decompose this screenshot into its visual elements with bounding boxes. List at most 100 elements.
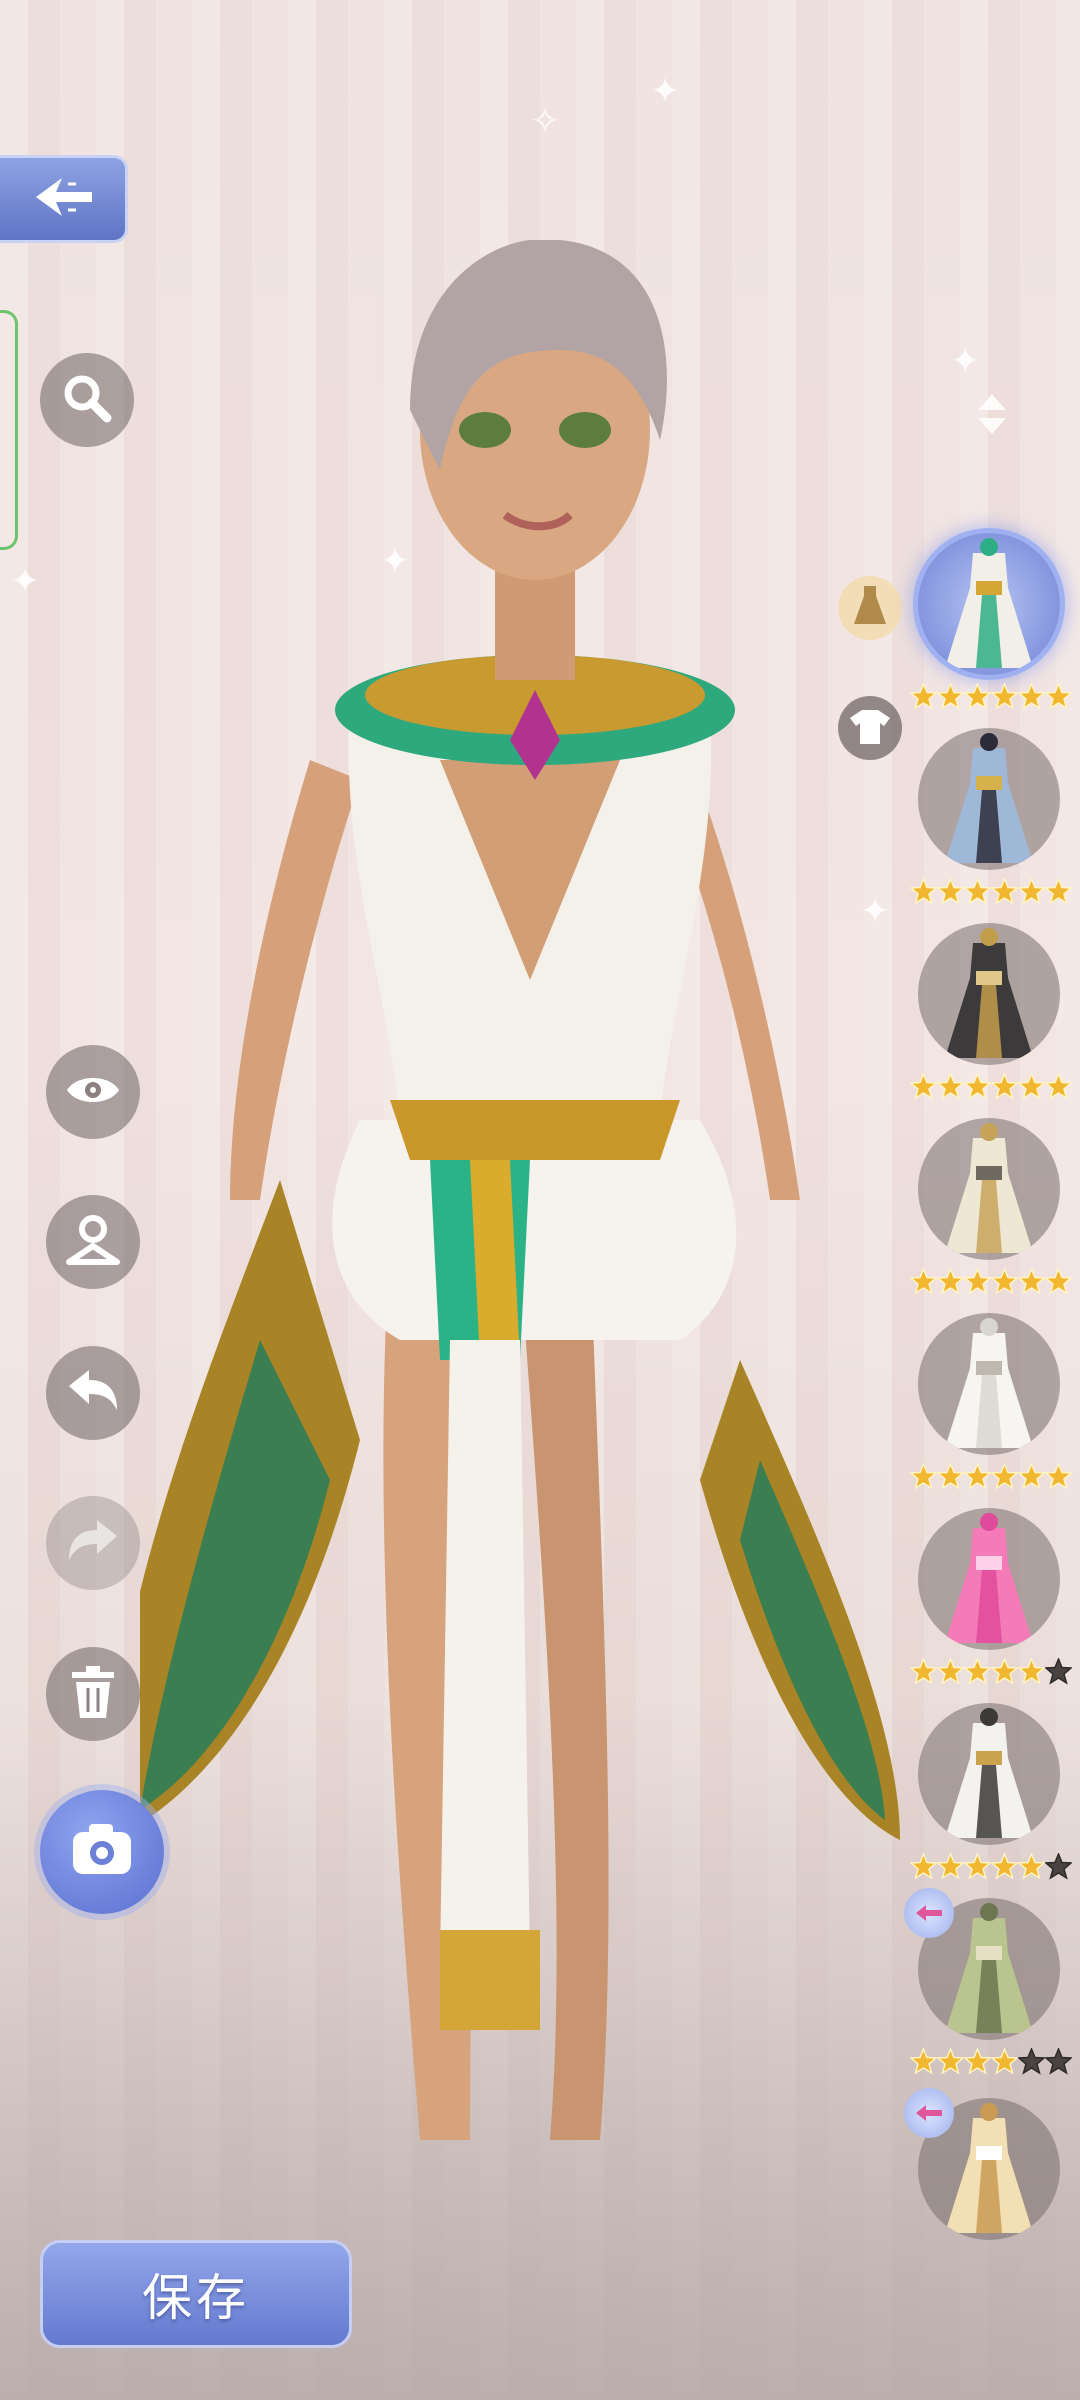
star-filled-icon: [964, 1853, 991, 1880]
outfit-item[interactable]: [910, 923, 1072, 1109]
star-filled-icon: [910, 878, 937, 905]
star-filled-icon: [1018, 1463, 1045, 1490]
category-top-tab[interactable]: [838, 696, 902, 760]
side-panel-tab[interactable]: [0, 310, 18, 550]
scroll-indicator-icon: [974, 392, 1010, 436]
outfit-thumbnail: [918, 1508, 1060, 1650]
star-filled-icon: [991, 1268, 1018, 1295]
outfit-item[interactable]: [910, 1703, 1072, 1889]
star-empty-icon: [1045, 1658, 1072, 1685]
star-filled-icon: [910, 2048, 937, 2075]
star-empty-icon: [1018, 2048, 1045, 2075]
star-filled-icon: [910, 1853, 937, 1880]
star-filled-icon: [937, 1463, 964, 1490]
star-filled-icon: [1018, 1853, 1045, 1880]
save-button[interactable]: 保存: [40, 2240, 352, 2348]
star-filled-icon: [1045, 878, 1072, 905]
back-arrow-icon: [28, 172, 98, 227]
undo-icon: [65, 1366, 121, 1421]
star-filled-icon: [964, 1658, 991, 1685]
outfit-thumbnail: [918, 1703, 1060, 1845]
search-button[interactable]: [40, 353, 134, 447]
star-filled-icon: [964, 878, 991, 905]
star-filled-icon: [1018, 683, 1045, 710]
camera-button[interactable]: [40, 1790, 164, 1914]
character-illustration: [109, 238, 900, 2140]
star-empty-icon: [1045, 2048, 1072, 2075]
star-filled-icon: [964, 2048, 991, 2075]
star-filled-icon: [1045, 683, 1072, 710]
outfit-item[interactable]: [904, 1888, 1072, 2084]
star-filled-icon: [1045, 1463, 1072, 1490]
outfit-thumbnail: [918, 533, 1060, 675]
star-filled-icon: [937, 1073, 964, 1100]
sparkle-icon: ✧: [530, 100, 561, 141]
star-rating: [910, 1268, 1074, 1296]
star-rating: [910, 1658, 1074, 1686]
outfit-item[interactable]: [910, 1508, 1072, 1694]
dress-icon: [850, 584, 890, 633]
sparkle-icon: ✦: [950, 340, 981, 381]
hanger-icon: [63, 1212, 123, 1273]
star-filled-icon: [937, 878, 964, 905]
outfit-item[interactable]: [904, 2088, 1070, 2284]
eye-icon: [63, 1070, 123, 1115]
search-icon: [59, 370, 115, 431]
star-filled-icon: [910, 1463, 937, 1490]
star-empty-icon: [1045, 1853, 1072, 1880]
swap-outfit-icon[interactable]: [904, 1888, 954, 1938]
star-filled-icon: [991, 683, 1018, 710]
back-button[interactable]: [0, 155, 128, 243]
redo-button[interactable]: [46, 1496, 140, 1590]
sparkle-icon: ✦: [650, 70, 681, 111]
delete-button[interactable]: [46, 1647, 140, 1741]
star-filled-icon: [964, 1463, 991, 1490]
star-filled-icon: [991, 1463, 1018, 1490]
star-filled-icon: [1018, 1658, 1045, 1685]
star-filled-icon: [937, 1658, 964, 1685]
star-filled-icon: [964, 683, 991, 710]
camera-icon: [69, 1822, 135, 1883]
outfit-item[interactable]: [910, 1118, 1072, 1304]
star-filled-icon: [1045, 1073, 1072, 1100]
star-filled-icon: [910, 1268, 937, 1295]
outfit-item[interactable]: [910, 533, 1072, 719]
star-filled-icon: [991, 2048, 1018, 2075]
star-rating: [910, 1073, 1074, 1101]
star-rating: [910, 2048, 1074, 2076]
star-filled-icon: [910, 1658, 937, 1685]
star-filled-icon: [964, 1073, 991, 1100]
star-filled-icon: [1045, 1268, 1072, 1295]
star-rating: [910, 683, 1074, 711]
undo-button[interactable]: [46, 1346, 140, 1440]
visibility-toggle-button[interactable]: [46, 1045, 140, 1139]
star-filled-icon: [910, 683, 937, 710]
star-filled-icon: [1018, 878, 1045, 905]
star-rating: [910, 1853, 1074, 1881]
outfit-thumbnail: [918, 923, 1060, 1065]
star-filled-icon: [991, 1853, 1018, 1880]
category-dress-tab[interactable]: [838, 576, 902, 640]
star-filled-icon: [910, 1073, 937, 1100]
star-filled-icon: [964, 1268, 991, 1295]
redo-icon: [65, 1516, 121, 1571]
character-model[interactable]: [109, 238, 940, 2220]
star-rating: [910, 1463, 1074, 1491]
sparkle-icon: ✦: [10, 560, 41, 601]
wardrobe-button[interactable]: [46, 1195, 140, 1289]
star-filled-icon: [991, 1658, 1018, 1685]
outfit-item[interactable]: [910, 1313, 1072, 1499]
star-filled-icon: [1018, 1268, 1045, 1295]
swap-outfit-icon[interactable]: [904, 2088, 954, 2138]
outfit-item[interactable]: [910, 728, 1072, 914]
star-filled-icon: [937, 1853, 964, 1880]
star-filled-icon: [937, 683, 964, 710]
star-filled-icon: [937, 1268, 964, 1295]
outfit-thumbnail: [918, 728, 1060, 870]
outfit-thumbnail: [918, 1118, 1060, 1260]
star-filled-icon: [991, 1073, 1018, 1100]
star-filled-icon: [937, 2048, 964, 2075]
outfit-thumbnail: [918, 1313, 1060, 1455]
top-icon: [848, 706, 892, 751]
trash-icon: [68, 1664, 118, 1725]
